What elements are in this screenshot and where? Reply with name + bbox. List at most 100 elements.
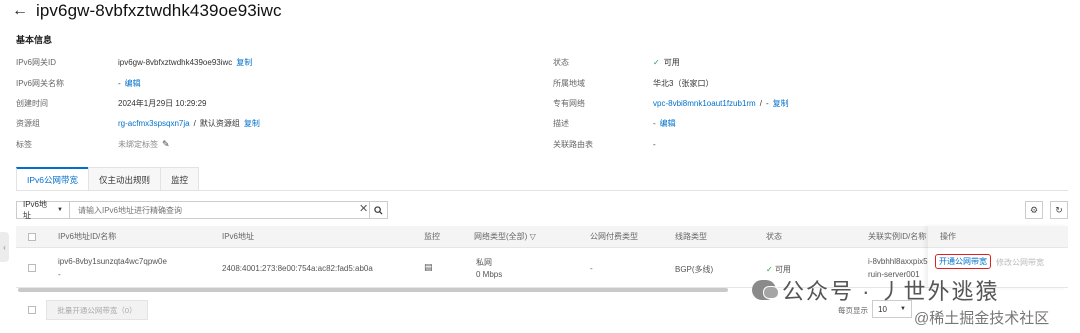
info-value: - 编辑 [653,118,676,129]
gear-icon: ⚙ [1029,204,1039,215]
info-label: IPv6网关名称 [16,78,65,88]
check-icon: ✓ [653,57,660,67]
tab-monitoring[interactable]: 监控 [160,167,200,191]
tab-ipv6-public-bandwidth[interactable]: IPv6公网带宽 [16,167,90,191]
select-all-checkbox[interactable] [28,233,36,241]
search-icon [374,205,383,215]
page-size-label: 每页显示 [838,306,868,315]
line-type: BGP(多线) [675,265,714,274]
info-row-gateway-id: IPv6网关ID ipv6gw-8vbfxztwdhk439oe93iwc 复制 [16,55,536,69]
bandwidth: 0 Mbps [476,270,503,279]
gateway-name-value: - [118,78,121,88]
info-row-created-time: 创建时间 2024年1月29日 10:29:29 [16,96,536,110]
info-row-gateway-name: IPv6网关名称 - 编辑 [16,76,536,90]
separator: / [193,118,196,128]
tab-egress-only-rules[interactable]: 仅主动出规则 [88,167,162,191]
route-table-value: - [653,139,656,149]
info-label: IPv6网关ID [16,57,57,67]
instance-id-link[interactable]: i-8vbhhl8axxpix5 [868,257,928,266]
column-header: 监控 [424,232,440,241]
wechat-icon [752,280,779,300]
region-value: 华北3（张家口） [653,78,714,88]
page-header: ← ipv6gw-8vbfxztwdhk439oe93iwc [12,0,282,22]
info-row-status: 状态 ✓ 可用 [553,55,1053,69]
chevron-left-icon: ‹ [3,242,6,252]
column-header-label: 网络类型(全部) [474,232,528,241]
search-field-select[interactable]: IPv6地址 ▼ [16,200,70,220]
select-value: IPv6地址 [23,200,48,220]
horizontal-scrollbar[interactable] [18,288,728,292]
info-value: - 编辑 [118,78,141,89]
info-row-region: 所属地域 华北3（张家口） [553,76,1053,90]
info-value: ✓ 可用 [653,57,680,68]
search-input[interactable] [70,201,370,219]
info-label: 资源组 [16,118,40,128]
info-label: 关联路由表 [553,139,593,149]
section-title-basic-info: 基本信息 [16,35,53,45]
watermark-secondary: @稀土掘金技术社区 [914,310,1050,327]
vpc-link[interactable]: vpc-8vbi8mnk1oaut1fzub1rm [653,99,756,108]
info-label: 描述 [553,118,569,128]
info-value: ipv6gw-8vbfxztwdhk439oe93iwc 复制 [118,57,252,68]
search-toolbar: IPv6地址 ▼ ✕ [16,200,388,220]
info-row-route-table: 关联路由表 - [553,137,1053,151]
info-label: 标签 [16,139,32,149]
status-value: 可用 [663,57,680,67]
network-type: 私网 [476,258,492,267]
info-row-tags: 标签 未绑定标签 ✎ [16,137,536,151]
search-button[interactable] [370,201,388,219]
watermark-text: 公众号 · 丿世外逃猿 [782,279,1000,304]
refresh-button[interactable]: ↻ [1050,201,1068,219]
page-title: ipv6gw-8vbfxztwdhk439oe93iwc [36,1,282,20]
created-time-value: 2024年1月29日 10:29:29 [118,98,207,108]
tab-divider [16,190,1068,191]
column-header: 状态 [766,232,782,241]
caret-down-icon: ▼ [57,207,63,213]
bulk-enable-button[interactable]: 批量开通公网带宽（0） [46,300,148,320]
address-id: ipv6-8vby1sunzqta4wc7qpw0e [58,257,167,266]
column-header-network-type[interactable]: 网络类型(全部) ▽ [474,231,536,242]
pay-type: - [590,264,593,273]
info-label: 专有网络 [553,98,585,108]
copy-link[interactable]: 复制 [244,118,260,129]
refresh-icon: ↻ [1055,204,1063,215]
check-icon: ✓ [766,265,773,274]
info-value: vpc-8vbi8mnk1oaut1fzub1rm / - 复制 [653,98,789,109]
description-value: - [653,118,656,128]
caret-down-icon: ▼ [900,306,906,312]
info-value: rg-acfmx3spsqxn7ja / 默认资源组 复制 [118,118,260,129]
info-row-vpc: 专有网络 vpc-8vbi8mnk1oaut1fzub1rm / - 复制 [553,96,1053,110]
edit-link[interactable]: 编辑 [660,118,676,129]
info-label: 状态 [553,57,569,67]
clear-icon[interactable]: ✕ [359,204,368,215]
info-value: 未绑定标签 ✎ [118,139,170,150]
info-label: 创建时间 [16,98,48,108]
monitor-icon[interactable]: ▤ [424,262,433,273]
sidebar-toggle[interactable]: ‹ [0,232,9,262]
tags-value: 未绑定标签 [118,139,158,149]
info-row-resource-group: 资源组 rg-acfmx3spsqxn7ja / 默认资源组 复制 [16,116,536,130]
separator: / [759,98,762,108]
table-header: IPv6地址ID/名称 IPv6地址 监控 网络类型(全部) ▽ 公网付费类型 … [16,226,1068,248]
column-header: IPv6地址ID/名称 [58,232,117,241]
filter-icon[interactable]: ▽ [530,232,536,241]
resource-group-link[interactable]: rg-acfmx3spsqxn7ja [118,119,190,128]
copy-link[interactable]: 复制 [236,57,252,68]
ipv6-address: 2408:4001:273:8e00:754a:ac82:fad5:ab0a [222,264,373,273]
resource-group-name: 默认资源组 [199,118,240,128]
gateway-id-value: ipv6gw-8vbfxztwdhk439oe93iwc [118,57,233,67]
column-header: 线路类型 [675,232,707,241]
settings-button[interactable]: ⚙ [1025,201,1043,219]
column-header: 关联实例ID/名称 [868,232,927,241]
footer-select-all-checkbox[interactable] [28,306,36,314]
status-text: 可用 [774,265,791,274]
row-checkbox[interactable] [28,264,36,272]
column-header: IPv6地址 [222,232,255,241]
tab-bar: IPv6公网带宽 仅主动出规则 监控 [16,167,200,191]
address-name: - [58,270,61,279]
pencil-icon[interactable]: ✎ [162,139,170,150]
edit-link[interactable]: 编辑 [125,78,141,89]
arrow-left-icon[interactable]: ← [12,3,28,19]
watermark: 公众号 · 丿世外逃猿 [752,274,1000,306]
copy-link[interactable]: 复制 [773,98,789,109]
